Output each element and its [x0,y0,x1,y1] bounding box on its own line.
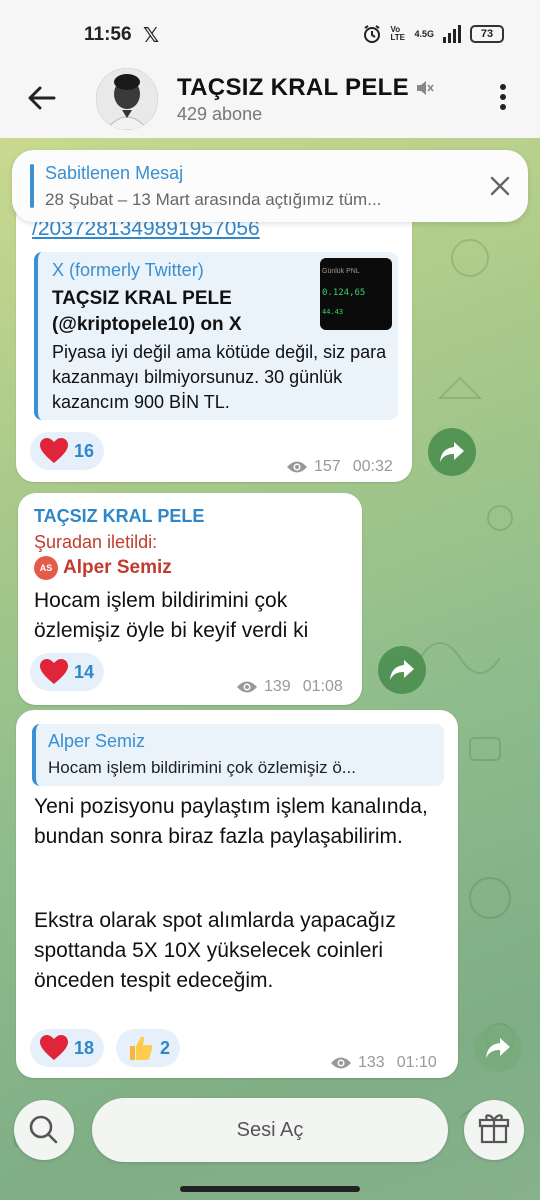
thumbnail-small: 44.43 [322,308,344,316]
forwarded-label: Şuradan iletildi: [34,532,158,552]
gift-button[interactable] [464,1100,524,1160]
status-bar: 11:56 𝕏 Vo LTE 4.5G 73 [0,0,540,66]
pinned-message-bar[interactable]: Sabitlenen Mesaj 28 Şubat – 13 Mart aras… [12,150,528,222]
link-preview[interactable]: X (formerly Twitter) TAÇSIZ KRAL PELE (@… [34,252,398,420]
preview-thumbnail: Günlük PNL 0.124,65 44.43 [320,258,392,330]
reaction-heart[interactable]: 18 [30,1029,105,1067]
channel-avatar[interactable] [96,68,158,130]
unmute-label: Sesi Aç [236,1118,304,1141]
heart-icon [40,659,68,684]
battery-level: 73 [480,28,494,40]
forward-button[interactable] [428,428,476,476]
forwarded-avatar[interactable]: AS [34,556,58,580]
muted-speaker-icon [417,81,434,95]
back-arrow-icon[interactable] [24,80,60,116]
heart-icon [40,438,68,463]
preview-title: TAÇSIZ KRAL PELE (@kriptopele10) on X [52,288,242,335]
view-count: 139 [264,678,291,695]
message-time: 01:10 [396,1054,437,1071]
subscriber-count: 429 abone [177,104,263,124]
reply-author: Alper Semiz [48,731,146,751]
reaction-heart[interactable]: 16 [30,432,105,470]
message-time: 00:32 [352,458,393,475]
gift-icon [478,1114,510,1144]
thumbnail-value: 0.124,65 [322,288,366,298]
search-button[interactable] [14,1100,74,1160]
reaction-count: 2 [160,1037,171,1058]
preview-description: Piyasa iyi değil ama kötüde değil, siz p… [52,342,387,412]
battery-icon: 73 [470,25,504,43]
signal-icon [443,25,461,43]
home-indicator [180,1186,360,1192]
forward-button[interactable] [378,646,426,694]
message-text-paragraph-2: Ekstra olarak spot alımlarda yapacağız s… [34,909,396,992]
alarm-icon [364,25,381,43]
view-count: 157 [314,458,341,475]
thumbnail-label: Günlük PNL [322,268,360,275]
x-app-icon: 𝕏 [143,25,160,47]
thumbs-up-icon [130,1036,153,1060]
message-sender[interactable]: TAÇSIZ KRAL PELE [34,506,204,527]
message-meta: 133 01:10 [330,1054,437,1072]
channel-title[interactable]: TAÇSIZ KRAL PELE [177,74,409,102]
views-eye-icon [287,461,307,473]
message-meta: 139 01:08 [236,678,343,696]
volte-indicator: Vo LTE [390,25,405,42]
bottom-bar: Sesi Aç [0,1090,540,1200]
pinned-title: Sabitlenen Mesaj [45,163,184,183]
close-icon[interactable] [486,172,514,200]
network-type: 4.5G [414,29,434,39]
reaction-heart[interactable]: 14 [30,653,105,691]
forwarded-initials: AS [39,563,53,573]
more-vertical-icon[interactable] [497,82,509,112]
unmute-button[interactable]: Sesi Aç [92,1098,448,1162]
reaction-count: 14 [74,661,95,682]
status-icons: Vo LTE 4.5G 73 [362,24,504,44]
message-text: Hocam işlem bildirimini çok özlemişiz öy… [34,589,309,642]
avatar-portrait [96,68,158,130]
pinned-text: 28 Şubat – 13 Mart arasında açtığımız tü… [45,190,382,209]
reaction-count: 16 [74,440,95,461]
forward-button[interactable] [474,1024,522,1072]
share-arrow-icon [440,442,464,462]
forwarded-name[interactable]: Alper Semiz [63,557,172,579]
share-arrow-icon [486,1038,510,1058]
view-count: 133 [358,1054,385,1071]
reaction-thumbs-up[interactable]: 2 [116,1029,181,1067]
message-text-paragraph-1: Yeni pozisyonu paylaştım işlem kanalında… [34,795,428,848]
preview-site-name: X (formerly Twitter) [52,260,204,280]
message-meta: 157 00:32 [286,458,393,476]
pinned-accent-bar [30,164,34,208]
search-icon [29,1115,58,1144]
share-arrow-icon [390,660,414,680]
reply-text: Hocam işlem bildirimini çok özlemişiz ö.… [48,758,356,777]
status-time: 11:56 [84,24,132,45]
reply-quote[interactable]: Alper Semiz Hocam işlem bildirimini çok … [32,724,444,786]
message-time: 01:08 [302,678,343,695]
views-eye-icon [237,681,257,693]
reaction-count: 18 [74,1037,95,1058]
views-eye-icon [331,1057,351,1069]
heart-icon [40,1035,68,1060]
chat-header: TAÇSIZ KRAL PELE 429 abone [0,66,540,138]
